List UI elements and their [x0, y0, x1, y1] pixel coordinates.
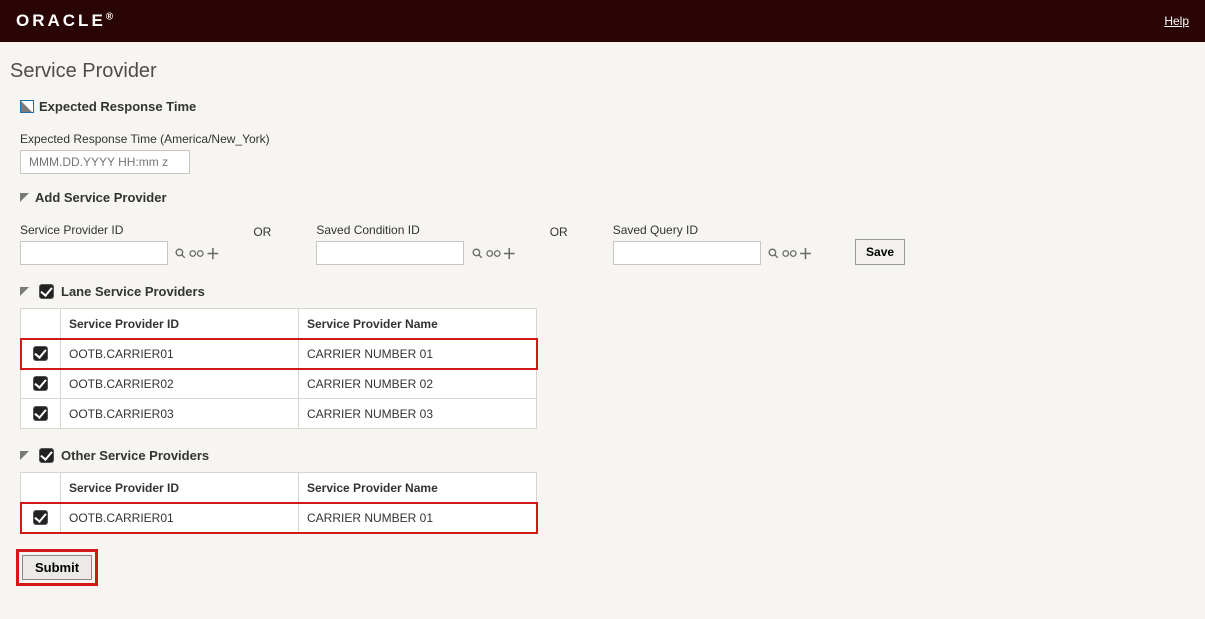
content-area: Expected Response Time Expected Response… — [0, 99, 1205, 606]
search-icon[interactable] — [766, 245, 781, 262]
top-bar: ORACLE® Help — [0, 0, 1205, 42]
table-row[interactable]: OOTB.CARRIER01CARRIER NUMBER 01 — [21, 503, 537, 533]
row-checkbox[interactable] — [33, 346, 48, 361]
saved-query-id-label: Saved Query ID — [613, 223, 813, 237]
row-checkbox-cell — [21, 339, 61, 369]
service-provider-id-label: Service Provider ID — [20, 223, 220, 237]
table-row[interactable]: OOTB.CARRIER02CARRIER NUMBER 02 — [21, 369, 537, 399]
page-title: Service Provider — [0, 42, 1205, 93]
other-service-providers-section: Other Service Providers Service Provider… — [20, 445, 1185, 533]
saved-query-id-input[interactable] — [613, 241, 761, 265]
or-label: OR — [529, 223, 589, 239]
lane-section-checkbox[interactable] — [39, 284, 54, 299]
add-service-provider-section: Add Service Provider Service Provider ID… — [20, 190, 1185, 265]
lane-table: Service Provider ID Service Provider Nam… — [20, 308, 537, 429]
service-provider-id-col: Service Provider ID ＋ — [20, 223, 220, 265]
other-col-name-header: Service Provider Name — [299, 473, 537, 503]
row-checkbox-cell — [21, 399, 61, 429]
collapse-toggle-icon[interactable] — [20, 100, 34, 113]
collapse-toggle-icon[interactable] — [20, 287, 29, 296]
or-label: OR — [232, 223, 292, 239]
saved-query-id-col: Saved Query ID ＋ — [613, 223, 813, 265]
oracle-logo: ORACLE® — [16, 11, 113, 31]
plus-icon[interactable]: ＋ — [205, 245, 220, 262]
row-sp-name: CARRIER NUMBER 01 — [299, 503, 537, 533]
expected-response-input-wrap[interactable] — [20, 150, 190, 174]
row-checkbox[interactable] — [33, 406, 48, 421]
link-icon[interactable] — [782, 245, 797, 262]
lane-section-label: Lane Service Providers — [61, 284, 205, 299]
search-icon[interactable] — [173, 245, 188, 262]
service-provider-id-input[interactable] — [20, 241, 168, 265]
link-icon[interactable] — [486, 245, 501, 262]
row-sp-id: OOTB.CARRIER02 — [61, 369, 299, 399]
saved-condition-id-label: Saved Condition ID — [316, 223, 516, 237]
lane-service-providers-section: Lane Service Providers Service Provider … — [20, 281, 1185, 429]
row-checkbox-cell — [21, 503, 61, 533]
add-service-provider-label: Add Service Provider — [35, 190, 167, 205]
row-checkbox-cell — [21, 369, 61, 399]
submit-highlight-frame: Submit — [16, 549, 98, 586]
lane-table-body: OOTB.CARRIER01CARRIER NUMBER 01OOTB.CARR… — [21, 339, 537, 429]
other-table-body: OOTB.CARRIER01CARRIER NUMBER 01 — [21, 503, 537, 533]
lane-col-checkbox — [21, 309, 61, 339]
row-sp-id: OOTB.CARRIER01 — [61, 503, 299, 533]
submit-button[interactable]: Submit — [22, 555, 92, 580]
other-section-label: Other Service Providers — [61, 448, 209, 463]
expected-response-section: Expected Response Time Expected Response… — [20, 99, 1185, 174]
expected-response-input[interactable] — [27, 154, 186, 170]
plus-icon[interactable]: ＋ — [798, 245, 813, 262]
row-sp-id: OOTB.CARRIER03 — [61, 399, 299, 429]
row-sp-name: CARRIER NUMBER 02 — [299, 369, 537, 399]
row-sp-id: OOTB.CARRIER01 — [61, 339, 299, 369]
saved-condition-id-col: Saved Condition ID ＋ — [316, 223, 516, 265]
lane-col-name-header: Service Provider Name — [299, 309, 537, 339]
link-icon[interactable] — [189, 245, 204, 262]
registered-mark: ® — [106, 11, 113, 22]
search-icon[interactable] — [470, 245, 485, 262]
collapse-toggle-icon[interactable] — [20, 193, 29, 202]
other-table: Service Provider ID Service Provider Nam… — [20, 472, 537, 533]
save-button[interactable]: Save — [855, 239, 905, 265]
other-col-id-header: Service Provider ID — [61, 473, 299, 503]
expected-response-label: Expected Response Time — [39, 99, 196, 114]
row-sp-name: CARRIER NUMBER 01 — [299, 339, 537, 369]
row-checkbox[interactable] — [33, 510, 48, 525]
table-row[interactable]: OOTB.CARRIER01CARRIER NUMBER 01 — [21, 339, 537, 369]
plus-icon[interactable]: ＋ — [502, 245, 517, 262]
collapse-toggle-icon[interactable] — [20, 451, 29, 460]
row-sp-name: CARRIER NUMBER 03 — [299, 399, 537, 429]
row-checkbox[interactable] — [33, 376, 48, 391]
table-row[interactable]: OOTB.CARRIER03CARRIER NUMBER 03 — [21, 399, 537, 429]
lane-col-id-header: Service Provider ID — [61, 309, 299, 339]
other-col-checkbox — [21, 473, 61, 503]
other-section-checkbox[interactable] — [39, 448, 54, 463]
saved-condition-id-input[interactable] — [316, 241, 464, 265]
logo-text: ORACLE — [16, 11, 106, 30]
expected-response-field-label: Expected Response Time (America/New_York… — [20, 132, 1185, 146]
help-link[interactable]: Help — [1164, 14, 1189, 28]
